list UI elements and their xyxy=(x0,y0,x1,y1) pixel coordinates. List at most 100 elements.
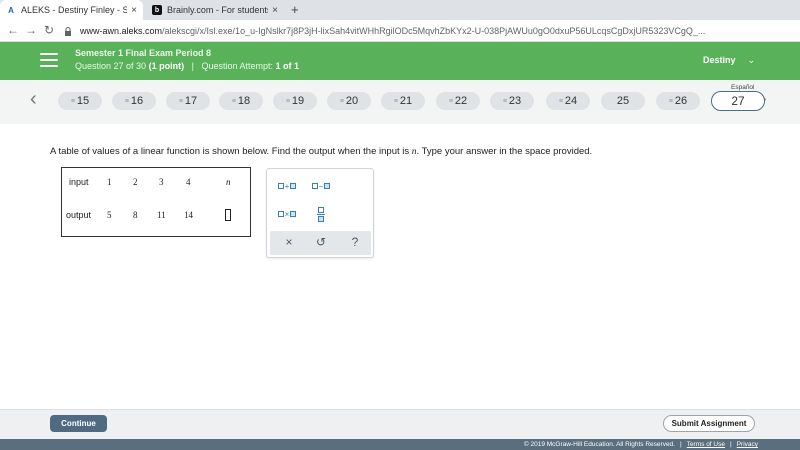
plus-symbol: + xyxy=(284,181,290,191)
question-number: 27 xyxy=(731,94,745,108)
new-tab-button[interactable]: + xyxy=(291,2,299,17)
attempt-label: Question Attempt: xyxy=(201,61,273,71)
browser-tab-brainly[interactable]: b Brainly.com - For students. By st × xyxy=(146,0,284,20)
question-number: 23 xyxy=(508,95,522,107)
question-number: 25 xyxy=(616,95,630,107)
question-19-button[interactable]: ≡ 19 xyxy=(273,92,317,110)
exam-header: Semester 1 Final Exam Period 8 Question … xyxy=(0,42,800,80)
output-row-label: output xyxy=(66,210,92,220)
question-number: 15 xyxy=(76,95,90,107)
answered-marker-icon: ≡ xyxy=(124,97,129,105)
question-24-button[interactable]: ≡ 24 xyxy=(546,92,590,110)
copyright-bar: © 2019 McGraw-Hill Education. All Rights… xyxy=(0,439,800,450)
prev-questions-arrow-icon[interactable]: ‹ xyxy=(30,88,37,111)
question-18-button[interactable]: ≡ 18 xyxy=(219,92,263,110)
language-toggle[interactable]: Español xyxy=(731,84,755,91)
blank-box-icon xyxy=(277,211,284,217)
tab-title: ALEKS - Destiny Finley - Semeste xyxy=(21,5,128,15)
multiplication-template-button[interactable]: × xyxy=(275,207,299,221)
address-bar: ← → ↻ www-awn.aleks.com/alekscgi/x/Isl.e… xyxy=(0,20,800,42)
question-text: A table of values of a linear function i… xyxy=(50,146,412,157)
input-cell: 3 xyxy=(159,177,164,187)
answered-marker-icon: ≡ xyxy=(502,97,507,105)
input-row-label: input xyxy=(69,177,89,187)
answered-marker-icon: ≡ xyxy=(448,97,453,105)
question-16-button[interactable]: ≡ 16 xyxy=(112,92,156,110)
answered-marker-icon: ≡ xyxy=(393,97,398,105)
help-icon[interactable]: ? xyxy=(347,235,363,249)
question-number: 19 xyxy=(291,95,305,107)
question-status: Question 27 of 30 (1 point) | Question A… xyxy=(75,61,299,71)
answered-marker-icon: ≡ xyxy=(231,97,236,105)
answered-marker-icon: ≡ xyxy=(558,97,563,105)
blank-box-icon xyxy=(311,183,318,189)
input-cell-variable: n xyxy=(226,177,231,187)
answer-input[interactable] xyxy=(225,209,231,221)
aleks-favicon-icon: A xyxy=(8,5,14,15)
input-cell: 2 xyxy=(133,177,138,187)
subtraction-template-button[interactable]: − xyxy=(309,179,333,193)
question-17-button[interactable]: ≡ 17 xyxy=(166,92,210,110)
question-navigator: ‹ › ≡15≡16≡17≡18≡19≡20≡21≡22≡23≡2425≡262… xyxy=(0,80,800,124)
reload-icon[interactable]: ↻ xyxy=(42,23,56,37)
blank-box-icon xyxy=(290,211,297,217)
math-palette: + − × × ↺ ? xyxy=(266,168,374,258)
question-number: 24 xyxy=(564,95,578,107)
exam-title: Semester 1 Final Exam Period 8 xyxy=(75,48,212,58)
question-points: (1 point) xyxy=(148,61,185,71)
question-number: 16 xyxy=(130,95,144,107)
blank-box-icon xyxy=(324,183,331,189)
question-23-button[interactable]: ≡ 23 xyxy=(490,92,534,110)
undo-icon[interactable]: ↺ xyxy=(313,235,329,249)
continue-button[interactable]: Continue xyxy=(50,415,107,432)
fraction-template-button[interactable] xyxy=(311,203,331,225)
browser-tab-aleks[interactable]: A ALEKS - Destiny Finley - Semeste × xyxy=(0,0,143,20)
question-text-end: . Type your answer in the space provided… xyxy=(416,146,593,157)
question-26-button[interactable]: ≡ 26 xyxy=(656,92,700,110)
question-15-button[interactable]: ≡ 15 xyxy=(58,92,102,110)
attempt-value: 1 of 1 xyxy=(275,61,300,71)
question-count: Question 27 of 30 xyxy=(75,61,147,71)
minus-symbol: − xyxy=(318,181,324,191)
question-number: 26 xyxy=(674,95,688,107)
chevron-down-icon: ⌄ xyxy=(747,55,756,65)
answered-marker-icon: ≡ xyxy=(668,97,673,105)
question-21-button[interactable]: ≡ 21 xyxy=(381,92,425,110)
question-25-button[interactable]: 25 xyxy=(601,92,645,110)
question-20-button[interactable]: ≡ 20 xyxy=(327,92,371,110)
addition-template-button[interactable]: + xyxy=(275,179,299,193)
url-path: /alekscgi/x/Isl.exe/1o_u-IgNslkr7j8P3jH-… xyxy=(162,26,706,36)
question-prompt: A table of values of a linear function i… xyxy=(50,146,592,157)
brainly-favicon-icon: b xyxy=(152,5,162,15)
question-number: 22 xyxy=(454,95,468,107)
output-cell: 8 xyxy=(133,210,138,220)
palette-toolbar: × ↺ ? xyxy=(270,231,371,255)
user-menu[interactable]: Destiny ⌄ xyxy=(703,55,755,66)
times-symbol: × xyxy=(284,209,290,219)
blank-box-icon xyxy=(277,183,284,189)
tab-close-icon[interactable]: × xyxy=(131,5,137,16)
output-cell: 14 xyxy=(184,210,193,220)
input-cell: 1 xyxy=(107,177,112,187)
terms-link[interactable]: Terms of Use xyxy=(687,441,725,448)
privacy-link[interactable]: Privacy xyxy=(737,441,758,448)
tab-close-icon[interactable]: × xyxy=(272,5,278,16)
blank-box-icon xyxy=(290,183,297,189)
url-input[interactable]: www-awn.aleks.com/alekscgi/x/Isl.exe/1o_… xyxy=(64,23,764,39)
copyright-text: © 2019 McGraw-Hill Education. All Rights… xyxy=(523,441,675,448)
answered-marker-icon: ≡ xyxy=(178,97,183,105)
question-22-button[interactable]: ≡ 22 xyxy=(436,92,480,110)
clear-icon[interactable]: × xyxy=(281,235,297,249)
submit-assignment-button[interactable]: Submit Assignment xyxy=(663,415,755,432)
question-27-button[interactable]: 27 xyxy=(711,91,765,111)
question-number: 18 xyxy=(237,95,251,107)
status-separator: | xyxy=(191,61,194,71)
menu-icon[interactable] xyxy=(40,53,58,67)
question-number: 21 xyxy=(399,95,413,107)
output-cell: 5 xyxy=(107,210,112,220)
back-arrow-icon[interactable]: ← xyxy=(6,23,20,37)
answered-marker-icon: ≡ xyxy=(70,97,75,105)
question-number: 17 xyxy=(184,95,198,107)
url-host: www-awn.aleks.com xyxy=(80,26,163,36)
forward-arrow-icon[interactable]: → xyxy=(24,23,38,37)
